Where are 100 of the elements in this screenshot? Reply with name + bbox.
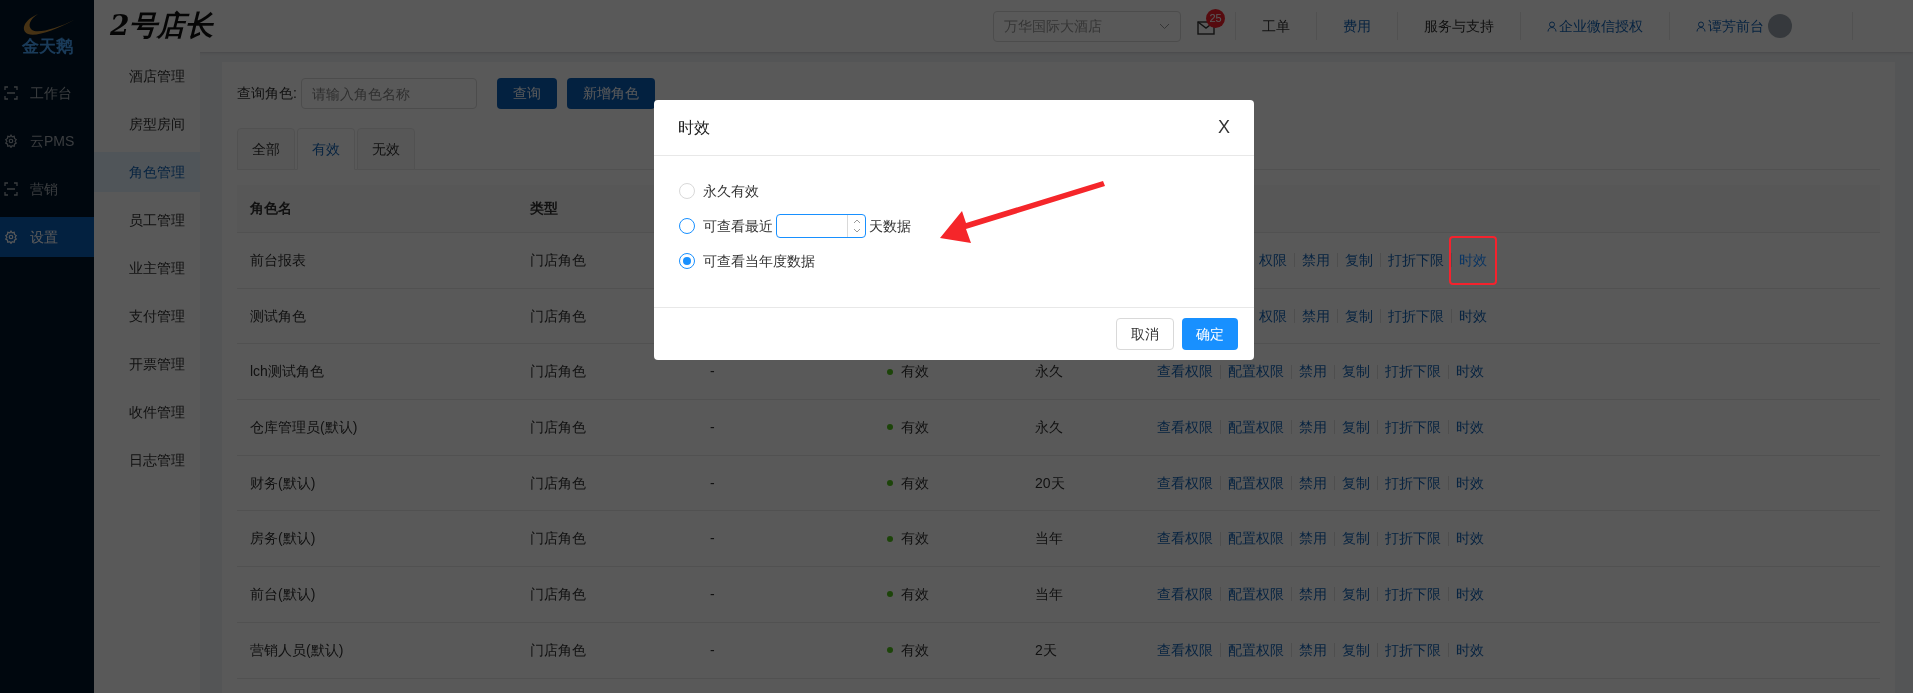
tab[interactable]: 无效 [357,128,415,170]
gear-icon [4,230,18,244]
action-link[interactable]: 复制 [1345,305,1373,327]
table-cell-text: 前台报表 [250,250,306,270]
status-text: 有效 [901,362,929,382]
action-link[interactable]: 查看权限 [1157,639,1213,661]
modal-title: 时效 [678,117,710,138]
close-button[interactable]: X [1218,114,1230,141]
tab[interactable]: 全部 [237,128,295,170]
table-cell: 当年 [1035,585,1063,602]
action-link[interactable]: 时效 [1456,583,1484,605]
tab[interactable]: 有效 [297,128,355,170]
action-link[interactable]: 打折下限 [1385,528,1441,550]
action-link[interactable]: 复制 [1342,416,1370,438]
radio-suffix: 天数据 [869,216,911,236]
header-link[interactable]: 费用 [1343,15,1371,37]
table-cell: - [710,530,715,547]
action-link[interactable]: 时效 [1456,528,1484,550]
action-link[interactable]: 打折下限 [1388,305,1444,327]
action-link[interactable]: 权限 [1259,305,1287,327]
action-link[interactable]: 打折下限 [1385,583,1441,605]
action-link[interactable]: 复制 [1342,583,1370,605]
action-link[interactable]: 打折下限 [1385,639,1441,661]
table-cell-text: lch测试角色 [250,362,324,382]
action-link[interactable]: 复制 [1342,639,1370,661]
status-text: 有效 [901,417,929,437]
action-link[interactable]: 配置权限 [1228,528,1284,550]
action-link[interactable]: 查看权限 [1157,583,1213,605]
action-link[interactable]: 时效 [1459,251,1487,268]
days-input[interactable] [776,214,866,238]
header-link[interactable]: 工单 [1262,15,1290,37]
table-cell: 2天 [1035,641,1057,658]
action-link[interactable]: 禁用 [1299,528,1327,550]
notification-badge: 25 [1206,9,1225,28]
add-role-button[interactable]: 新增角色 [566,78,655,109]
sub-menu-item[interactable]: 支付管理 [94,296,200,336]
sub-menu-item[interactable]: 房型房间 [94,104,200,144]
table-cell-text: 门店角色 [530,306,586,326]
radio-label: 可查看当年度数据 [703,251,815,271]
sub-menu-item[interactable]: 开票管理 [94,344,200,384]
table-cell-text: 门店角色 [530,584,586,604]
action-link[interactable]: 时效 [1456,361,1484,383]
action-link[interactable]: 查看权限 [1157,528,1213,550]
action-link[interactable]: 时效 [1456,639,1484,661]
action-link[interactable]: 查看权限 [1157,472,1213,494]
confirm-button[interactable]: 确定 [1182,318,1238,350]
action-link[interactable]: 禁用 [1299,639,1327,661]
action-link[interactable]: 打折下限 [1385,416,1441,438]
action-link[interactable]: 复制 [1345,249,1373,271]
action-link[interactable]: 禁用 [1302,305,1330,327]
app-title: 2号店长 [110,8,214,44]
sub-menu-item[interactable]: 收件管理 [94,392,200,432]
action-link[interactable]: 禁用 [1299,472,1327,494]
action-link[interactable]: 打折下限 [1388,249,1444,271]
action-link[interactable]: 禁用 [1299,583,1327,605]
action-link[interactable]: 打折下限 [1385,361,1441,383]
action-link[interactable]: 查看权限 [1157,416,1213,438]
action-link[interactable]: 配置权限 [1228,416,1284,438]
table-cell: - [710,363,715,380]
action-link[interactable]: 时效 [1456,416,1484,438]
scan-icon [4,86,18,100]
header-link[interactable]: 服务与支持 [1424,15,1494,37]
user-icon [1696,20,1706,32]
table-cell-text: 门店角色 [530,529,586,549]
column-header: 类型 [530,199,558,218]
user-link[interactable]: 企业微信授权 [1547,15,1643,37]
status-text: 有效 [901,473,929,493]
table-cell-text: 门店角色 [530,473,586,493]
action-link[interactable]: 权限 [1259,249,1287,271]
mail-icon[interactable] [1197,21,1215,35]
logo-text: 金天鹅 [21,37,73,55]
table-cell-text: 财务(默认) [250,473,316,493]
action-link[interactable]: 复制 [1342,528,1370,550]
avatar[interactable] [1768,14,1792,38]
action-link[interactable]: 复制 [1342,361,1370,383]
action-link[interactable]: 禁用 [1302,249,1330,271]
sub-menu-item[interactable]: 日志管理 [94,440,200,480]
sub-menu-item[interactable]: 角色管理 [94,152,200,192]
action-link[interactable]: 打折下限 [1385,472,1441,494]
user-icon [1547,20,1557,32]
action-link[interactable]: 配置权限 [1228,472,1284,494]
cancel-button[interactable]: 取消 [1116,318,1174,350]
sub-menu-item[interactable]: 业主管理 [94,248,200,288]
user-link[interactable]: 谭芳前台 [1696,15,1764,37]
chevron-down-icon [1159,22,1170,30]
action-link[interactable]: 禁用 [1299,416,1327,438]
search-label: 查询角色: [237,84,297,103]
sub-menu-item[interactable]: 员工管理 [94,200,200,240]
action-link[interactable]: 时效 [1459,305,1487,327]
query-button[interactable]: 查询 [496,78,557,109]
action-link[interactable]: 配置权限 [1228,361,1284,383]
action-link[interactable]: 复制 [1342,472,1370,494]
action-link[interactable]: 查看权限 [1157,361,1213,383]
action-link[interactable]: 配置权限 [1228,583,1284,605]
table-cell-text: 仓库管理员(默认) [250,417,358,437]
action-link[interactable]: 时效 [1456,472,1484,494]
action-link[interactable]: 配置权限 [1228,639,1284,661]
action-link[interactable]: 禁用 [1299,361,1327,383]
nav-item[interactable]: 设置 [0,217,94,257]
sub-menu-item[interactable]: 酒店管理 [94,56,200,96]
